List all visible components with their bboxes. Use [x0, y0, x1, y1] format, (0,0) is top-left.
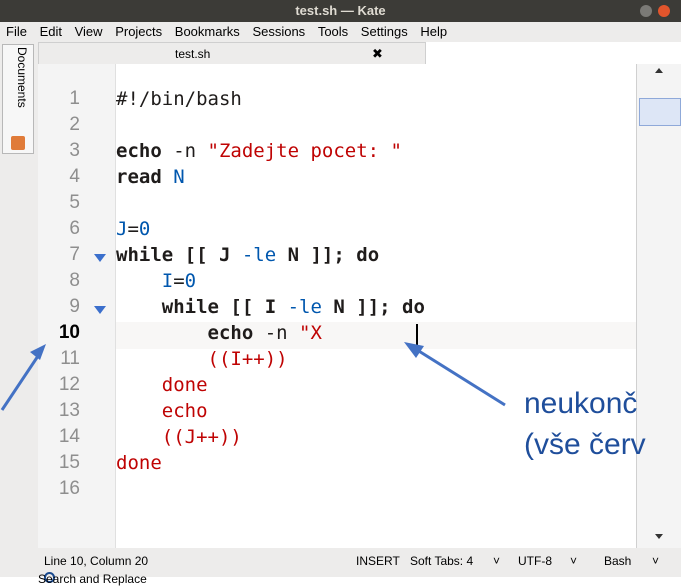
arrow-to-cursor-head [404, 342, 424, 358]
arrow-to-cursor [413, 346, 506, 407]
annotation-arrows [0, 342, 506, 411]
arrow-to-line-number [0, 349, 44, 411]
arrow-to-line-number-head [30, 344, 46, 360]
